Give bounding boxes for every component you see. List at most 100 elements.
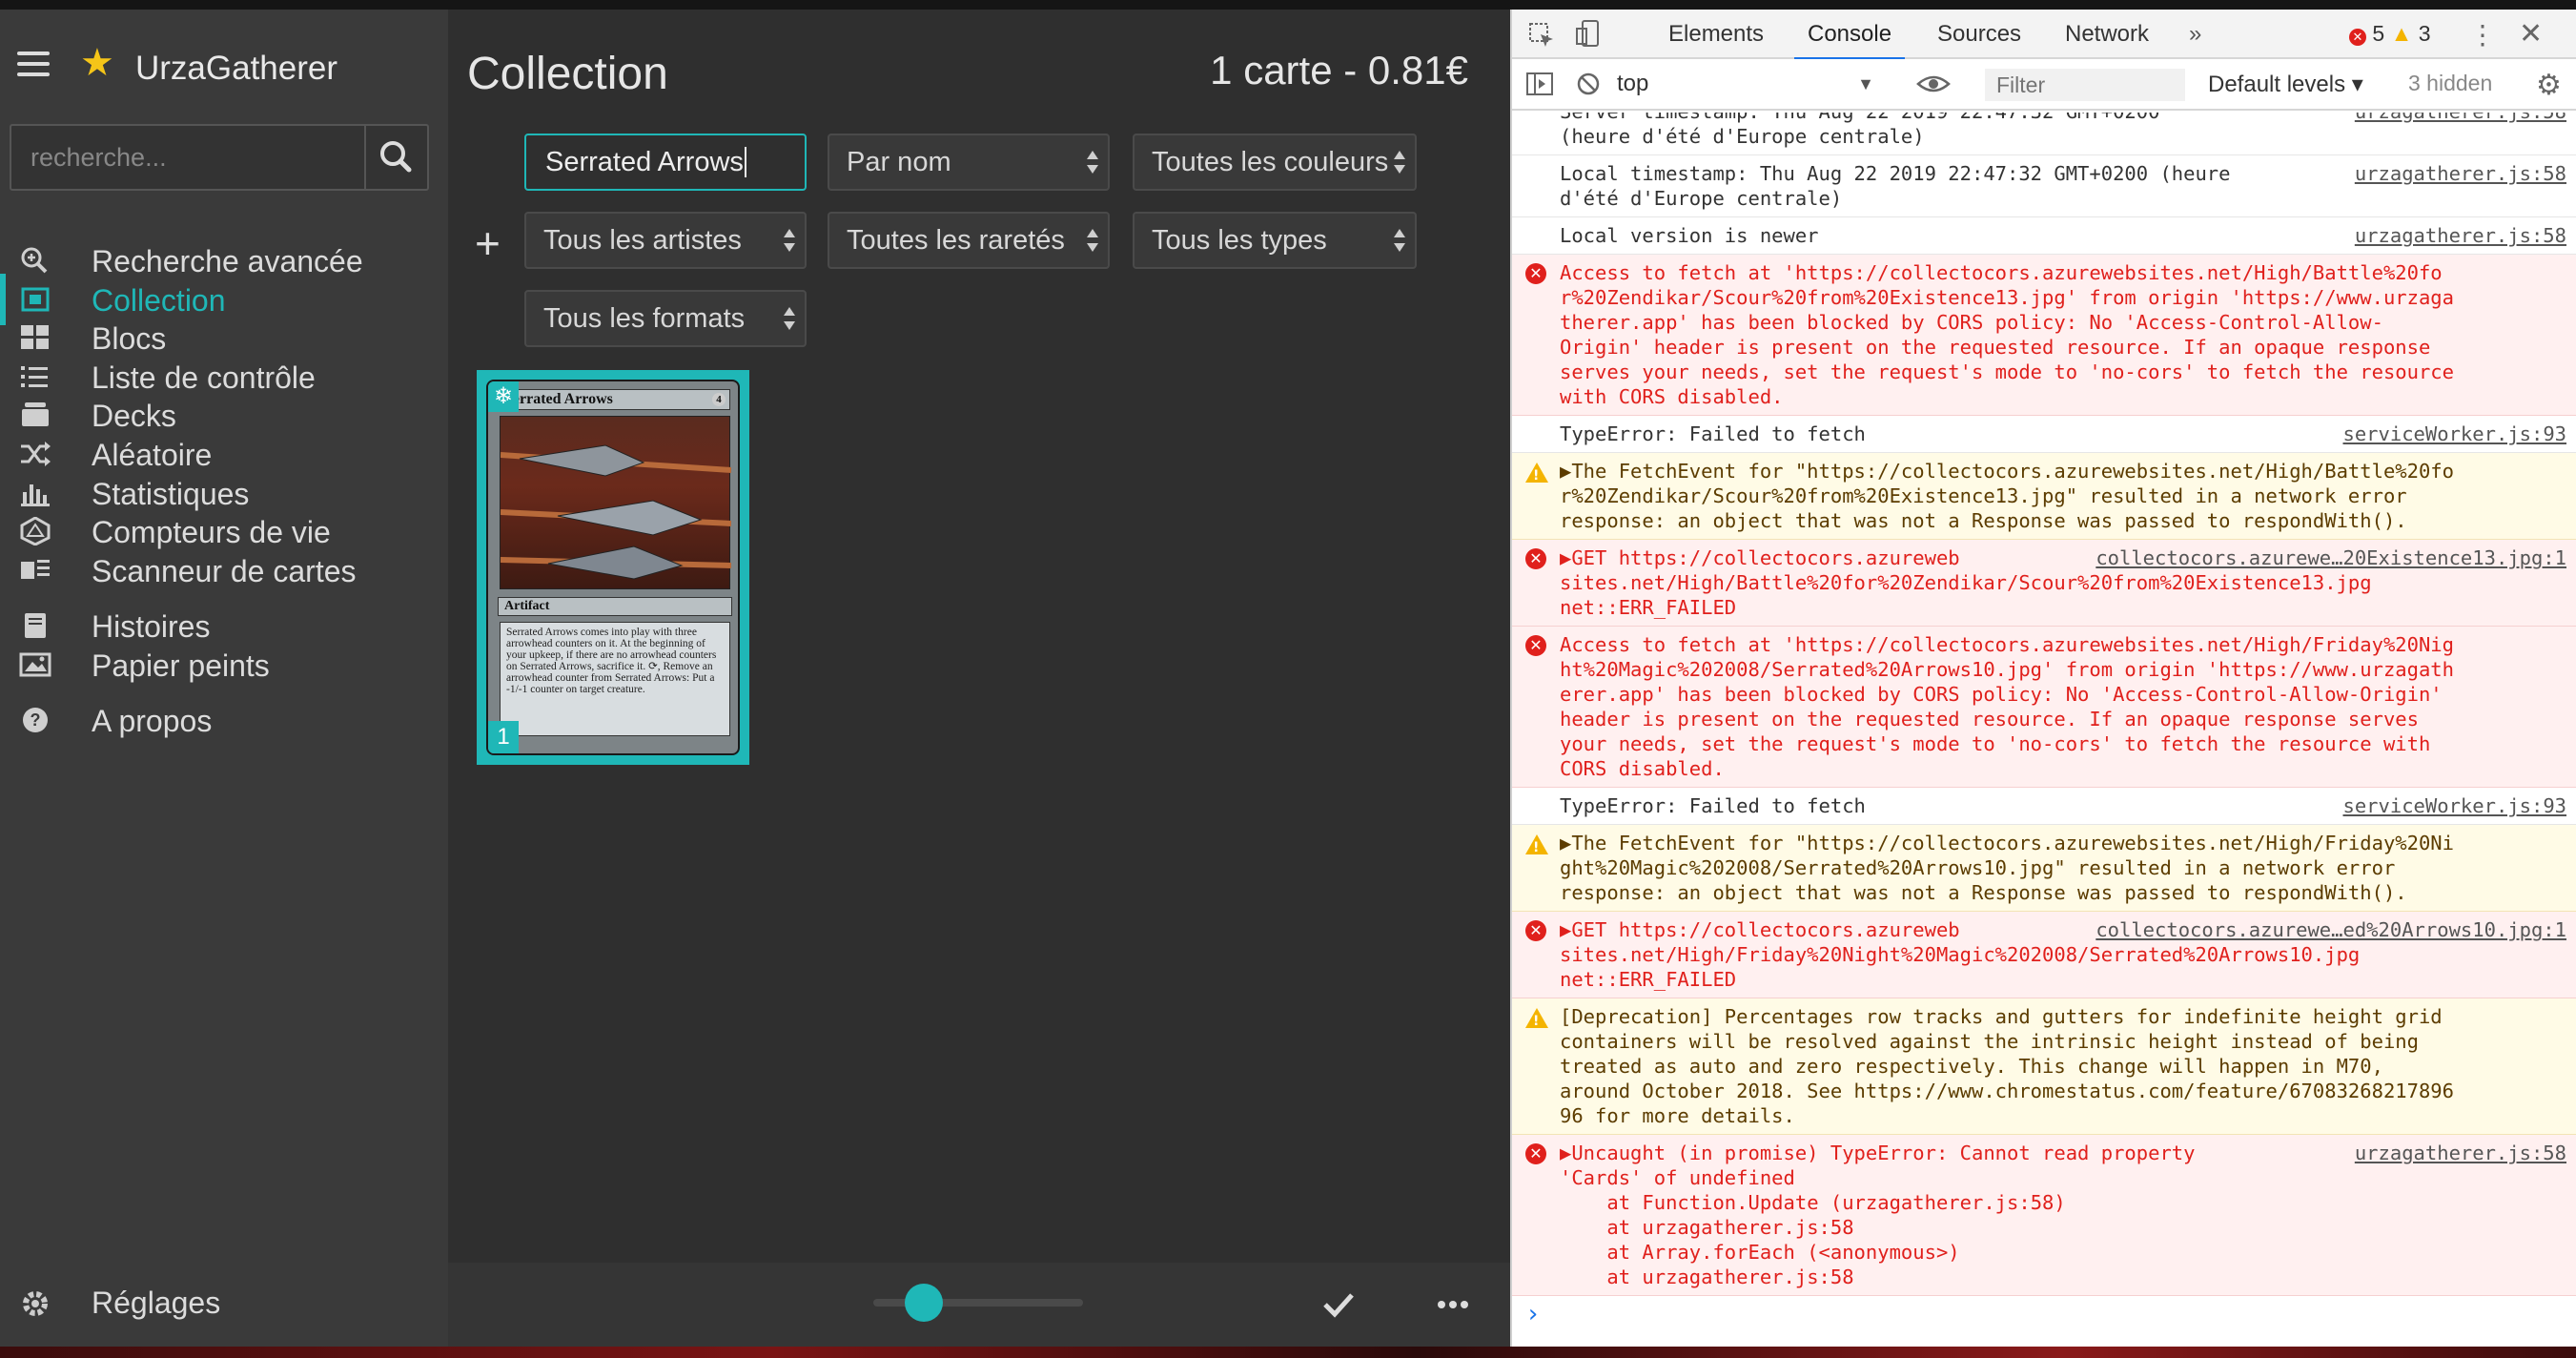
artists-select[interactable]: Tous les artistes [524, 212, 807, 269]
message-source-link[interactable]: collectocors.azurewe…20Existence13.jpg:1 [2096, 545, 2566, 570]
sidebar-item-scanneur-de-cartes[interactable]: Scanneur de cartes [0, 541, 448, 600]
context-selector[interactable]: top ▼ [1617, 67, 1874, 101]
device-toolbar-icon[interactable] [1575, 19, 1604, 54]
sidebar-item-a-propos[interactable]: ? A propos [0, 690, 448, 750]
kebab-menu-icon[interactable]: ⋮ [2469, 19, 2496, 51]
types-select[interactable]: Tous les types [1133, 212, 1417, 269]
tab-elements[interactable]: Elements [1668, 21, 1764, 48]
message-source-link[interactable]: urzagatherer.js:58 [2355, 161, 2566, 186]
help-icon: ? [19, 706, 51, 734]
message-source-link[interactable]: collectocors.azurewe…ed%20Arrows10.jpg:1 [2096, 917, 2566, 942]
select-arrows-icon [1087, 227, 1098, 254]
zoom-slider-handle[interactable] [905, 1284, 943, 1322]
console-message-info[interactable]: urzagatherer.js:58 Server timestamp: Thu … [1512, 113, 2576, 155]
message-text: Local version is newer [1560, 224, 1819, 247]
close-devtools-icon[interactable]: ✕ [2519, 17, 2543, 51]
tab-network[interactable]: Network [2065, 21, 2149, 48]
console-message-error[interactable]: ✕ collectocors.azurewe…ed%20Arrows10.jpg:… [1512, 912, 2576, 998]
console-toolbar: top ▼ Default levels ▾ 3 hidden ⚙ [1512, 59, 2576, 111]
console-settings-gear-icon[interactable]: ⚙ [2536, 69, 2562, 102]
settings-link[interactable]: Réglages [92, 1286, 220, 1321]
app-brand: UrzaGatherer [135, 50, 338, 87]
search-icon [380, 141, 412, 173]
console-message-warn[interactable]: ! [Deprecation] Percentages row tracks an… [1512, 998, 2576, 1135]
sidebar-item-label: Papier peints [92, 648, 270, 683]
top-strip [0, 0, 2576, 10]
console-message-info[interactable]: serviceWorker.js:93 TypeError: Failed to … [1512, 416, 2576, 453]
message-text: ▶The FetchEvent for "https://collectocor… [1560, 460, 2454, 532]
warning-count: 3 [2418, 21, 2431, 46]
message-source-link[interactable]: urzagatherer.js:58 [2355, 1141, 2566, 1165]
more-tabs-icon[interactable]: » [2189, 21, 2201, 48]
formats-select-value: Tous les formats [543, 303, 746, 334]
card-image: Serrated Arrows 4 Artifact Serrated Arro… [486, 380, 740, 755]
message-text: ▶The FetchEvent for "https://collectocor… [1560, 832, 2454, 904]
tab-console[interactable]: Console [1793, 21, 1906, 60]
card-name: Serrated Arrows [504, 391, 613, 407]
warning-icon: ▲ [2390, 21, 2413, 46]
error-icon: ✕ [2349, 29, 2366, 46]
inspect-element-icon[interactable] [1527, 21, 1556, 54]
console-message-info[interactable]: serviceWorker.js:93 TypeError: Failed to … [1512, 788, 2576, 825]
card-type-line: Artifact [498, 597, 732, 616]
screen: ★ UrzaGatherer Recherche avancéeCollecti… [0, 0, 2576, 1358]
artists-select-value: Tous les artistes [543, 225, 742, 256]
issue-counts[interactable]: ✕ 5 ▲ 3 [2349, 21, 2431, 47]
more-options-icon[interactable] [1434, 1286, 1472, 1324]
message-text: [Deprecation] Percentages row tracks and… [1560, 1005, 2454, 1127]
select-arrows-icon [784, 227, 795, 254]
add-filter-icon[interactable]: + [475, 221, 501, 265]
clear-console-icon[interactable] [1575, 71, 1602, 102]
card-artwork [500, 416, 732, 589]
rarities-select[interactable]: Toutes les raretés [828, 212, 1110, 269]
check-icon[interactable] [1319, 1286, 1358, 1324]
error-icon: ✕ [1525, 635, 1546, 656]
sidebar-item-label: A propos [92, 704, 213, 738]
page-title: Collection [467, 49, 668, 99]
bottom-toolbar [448, 1263, 1510, 1347]
message-source-link[interactable]: serviceWorker.js:93 [2343, 422, 2567, 446]
scanner-icon [19, 556, 51, 585]
console-message-error[interactable]: ✕ collectocors.azurewe…20Existence13.jpg:… [1512, 540, 2576, 627]
sort-select-value: Par nom [847, 147, 951, 177]
console-message-warn[interactable]: ! ▶The FetchEvent for "https://collectoco… [1512, 453, 2576, 540]
console-prompt-icon[interactable]: › [1512, 1296, 2576, 1332]
log-levels-dropdown[interactable]: Default levels ▾ [2208, 71, 2363, 98]
card-name-filter-input[interactable]: Serrated Arrows [524, 134, 807, 191]
message-source-link[interactable]: urzagatherer.js:58 [2355, 223, 2566, 248]
colors-select[interactable]: Toutes les couleurs [1133, 134, 1417, 191]
card-tile[interactable]: Serrated Arrows 4 Artifact Serrated Arro… [477, 370, 749, 765]
rarities-select-value: Toutes les raretés [847, 225, 1065, 256]
console-message-error[interactable]: ✕ urzagatherer.js:58 ▶Uncaught (in promise… [1512, 1135, 2576, 1296]
types-select-value: Tous les types [1152, 225, 1327, 256]
colors-select-value: Toutes les couleurs [1152, 147, 1389, 177]
message-text: Local timestamp: Thu Aug 22 2019 22:47:3… [1560, 162, 2231, 210]
message-source-link[interactable]: urzagatherer.js:58 [2355, 113, 2566, 124]
live-expression-eye-icon[interactable] [1916, 71, 1951, 102]
console-message-info[interactable]: urzagatherer.js:58 Local timestamp: Thu A… [1512, 155, 2576, 217]
card-title-bar: Serrated Arrows 4 [498, 389, 730, 410]
console-message-warn[interactable]: ! ▶The FetchEvent for "https://collectoco… [1512, 825, 2576, 912]
arrows-artwork-icon [500, 444, 732, 580]
console-message-error[interactable]: ✕ Access to fetch at 'https://collectocor… [1512, 255, 2576, 416]
message-text: Server timestamp: Thu Aug 22 2019 22:47:… [1560, 113, 2159, 148]
formats-select[interactable]: Tous les formats [524, 290, 807, 347]
sort-select[interactable]: Par nom [828, 134, 1110, 191]
sidebar-toggle-icon[interactable] [1525, 71, 1554, 102]
tab-sources[interactable]: Sources [1937, 21, 2021, 48]
console-messages: urzagatherer.js:58 Server timestamp: Thu … [1512, 113, 2576, 1296]
card-cost: 4 [712, 393, 726, 406]
search-button[interactable] [364, 126, 427, 189]
snowflake-badge-icon: ❄ [488, 381, 519, 412]
sidebar-item-papier-peints[interactable]: Papier peints [0, 635, 448, 694]
console-filter-input[interactable] [1985, 69, 2185, 101]
console-message-error[interactable]: ✕ Access to fetch at 'https://collectocor… [1512, 627, 2576, 788]
settings-gear-icon[interactable] [19, 1287, 51, 1320]
search-input[interactable] [11, 126, 366, 189]
console-log: urzagatherer.js:58 Server timestamp: Thu … [1512, 113, 2576, 1347]
message-source-link[interactable]: serviceWorker.js:93 [2343, 793, 2567, 818]
error-icon: ✕ [1525, 263, 1546, 284]
console-message-info[interactable]: urzagatherer.js:58 Local version is newer [1512, 217, 2576, 255]
hamburger-menu-icon[interactable] [17, 51, 50, 76]
error-icon: ✕ [1525, 1143, 1546, 1164]
